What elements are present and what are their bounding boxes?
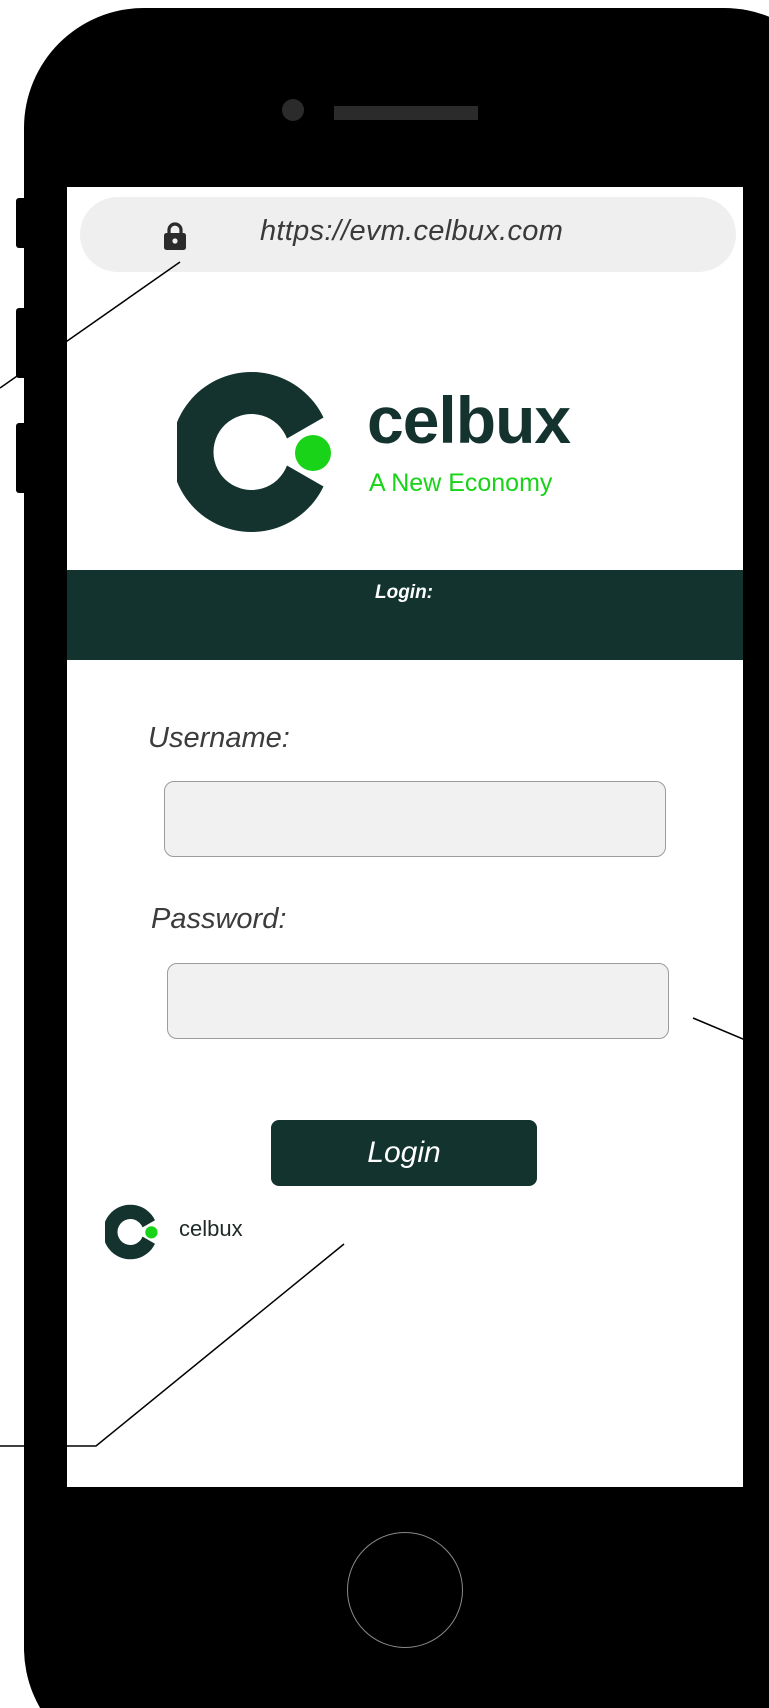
celbux-c-small-logo-icon: [105, 1204, 158, 1260]
brand-header: celbux A New Economy: [177, 367, 657, 537]
lock-icon: [164, 222, 186, 250]
brand-tagline: A New Economy: [369, 469, 553, 497]
login-button[interactable]: Login: [271, 1120, 537, 1186]
login-banner: Login:: [67, 570, 743, 660]
footer-logo: celbux: [103, 1200, 253, 1260]
url-text[interactable]: https://evm.celbux.com: [260, 215, 563, 248]
password-field[interactable]: [167, 963, 669, 1039]
password-label: Password:: [151, 903, 287, 935]
earpiece-speaker: [334, 106, 478, 120]
mockup-stage: https://evm.celbux.com celbux A New Econ…: [0, 0, 769, 1708]
celbux-c-logo-icon: [177, 372, 331, 532]
front-camera: [282, 99, 304, 121]
phone-screen: https://evm.celbux.com celbux A New Econ…: [67, 187, 743, 1487]
brand-name: celbux: [367, 383, 571, 457]
login-banner-label: Login:: [374, 582, 434, 603]
footer-logo-name: celbux: [179, 1216, 243, 1241]
username-label: Username:: [148, 722, 290, 754]
username-field[interactable]: [164, 781, 666, 857]
address-bar[interactable]: https://evm.celbux.com: [80, 197, 736, 272]
home-button[interactable]: [347, 1532, 463, 1648]
